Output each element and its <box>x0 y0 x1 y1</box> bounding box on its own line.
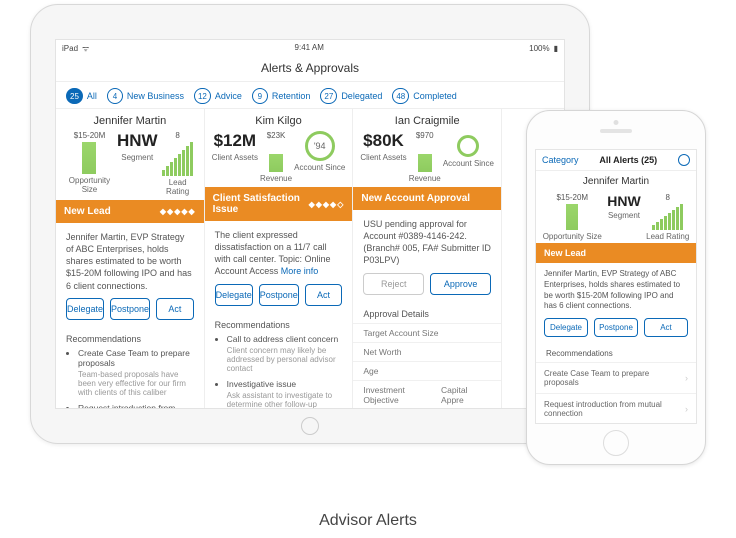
carrier: iPad <box>62 44 78 53</box>
recommendation-item[interactable]: Create Case Team to prepare proposals› <box>536 362 696 393</box>
client-name: Kim Kilgo <box>205 109 353 131</box>
tab-advice[interactable]: 12Advice <box>194 88 242 104</box>
approval-row: Net Worth <box>353 342 501 361</box>
iphone-screen: Category All Alerts (25) Jennifer Martin… <box>535 149 697 424</box>
camera-icon <box>614 120 619 125</box>
wifi-icon: ᯤ <box>82 43 89 54</box>
postpone-button[interactable]: Postpone <box>259 284 299 306</box>
home-button[interactable] <box>603 430 629 456</box>
priority-rating: ◆◆◆◆◆ <box>160 207 196 216</box>
battery-label: 100% <box>529 44 549 53</box>
section-title: Recommendations <box>536 343 696 362</box>
tab-all[interactable]: 25All <box>66 88 97 104</box>
recommendation-item[interactable]: Request introduction from mutual connect… <box>78 403 194 409</box>
ring-chart: '94 <box>305 131 335 161</box>
recommendation-item[interactable]: Call to address client concern <box>227 334 343 344</box>
tab-retention[interactable]: 9Retention <box>252 88 311 104</box>
ipad-device: iPad ᯤ 9:41 AM 100% ▮ Alerts & Approvals… <box>30 4 590 444</box>
recommendation-item[interactable]: Request introduction from mutual connect… <box>536 393 696 424</box>
alert-banner: New Lead <box>536 243 696 263</box>
alert-description: The client expressed dissatisfaction on … <box>205 221 353 284</box>
iphone-device: Category All Alerts (25) Jennifer Martin… <box>526 110 706 465</box>
client-name: Jennifer Martin <box>56 109 204 131</box>
more-info-link[interactable]: More info <box>281 266 319 276</box>
postpone-button[interactable]: Postpone <box>110 298 150 320</box>
statusbar: iPad ᯤ 9:41 AM 100% ▮ <box>56 40 564 57</box>
approval-row: Investment ObjectiveCapital Appre <box>353 380 501 409</box>
alert-banner: Client Satisfaction Issue◆◆◆◆◇ <box>205 187 353 221</box>
delegate-button[interactable]: Delegate <box>544 318 588 337</box>
reject-button[interactable]: Reject <box>363 273 424 295</box>
approval-row: Target Account Size <box>353 323 501 342</box>
client-name: Ian Craigmile <box>353 109 501 131</box>
act-button[interactable]: Act <box>156 298 194 320</box>
act-button[interactable]: Act <box>305 284 343 306</box>
alert-card: Ian Craigmile $80KClient Assets $970Reve… <box>353 109 502 409</box>
alert-description: Jennifer Martin, EVP Strategy of ABC Ent… <box>536 263 696 318</box>
status-time: 9:41 AM <box>295 43 324 54</box>
tab-delegated[interactable]: 27Delegated <box>320 88 382 104</box>
alert-card: Kim Kilgo $12MClient Assets $23KRevenue … <box>205 109 354 409</box>
approve-button[interactable]: Approve <box>430 273 491 295</box>
delegate-button[interactable]: Delegate <box>66 298 104 320</box>
section-title: Recommendations <box>56 328 204 348</box>
delegate-button[interactable]: Delegate <box>215 284 253 306</box>
alert-banner: New Lead◆◆◆◆◆ <box>56 200 204 223</box>
recommendation-list: Create Case Team to prepare proposals Te… <box>56 348 204 409</box>
navbar-title: All Alerts (25) <box>599 155 657 165</box>
client-name: Jennifer Martin <box>536 171 696 189</box>
chevron-right-icon: › <box>685 404 688 414</box>
ring-chart <box>457 135 479 157</box>
alert-description: Jennifer Martin, EVP Strategy of ABC Ent… <box>56 223 204 298</box>
alert-banner: New Account Approval <box>353 187 501 210</box>
section-title: Approval Details <box>353 303 501 323</box>
figure-caption: Advisor Alerts <box>0 500 736 538</box>
priority-rating: ◆◆◆◆◇ <box>309 200 345 209</box>
recommendation-list: Call to address client concern Client co… <box>205 334 353 409</box>
section-title: Recommendations <box>205 314 353 334</box>
tab-new-business[interactable]: 4New Business <box>107 88 184 104</box>
alert-card: Jennifer Martin $15-20MOpportunity Size … <box>56 109 205 409</box>
ipad-screen: iPad ᯤ 9:41 AM 100% ▮ Alerts & Approvals… <box>55 39 565 409</box>
home-button[interactable] <box>301 417 319 435</box>
postpone-button[interactable]: Postpone <box>594 318 638 337</box>
battery-icon: ▮ <box>554 44 558 53</box>
speaker-icon <box>600 129 632 133</box>
alert-description: USU pending approval for Account #0389-4… <box>353 210 501 273</box>
tab-completed[interactable]: 48Completed <box>392 88 456 104</box>
gear-icon[interactable] <box>678 154 690 166</box>
act-button[interactable]: Act <box>644 318 688 337</box>
approval-row: Age <box>353 361 501 380</box>
filter-tabs: 25All 4New Business 12Advice 9Retention … <box>56 82 564 109</box>
back-category-link[interactable]: Category <box>542 155 579 165</box>
recommendation-item[interactable]: Create Case Team to prepare proposals <box>78 348 194 368</box>
chevron-right-icon: › <box>685 373 688 383</box>
recommendation-item[interactable]: Investigative issue <box>227 379 343 389</box>
page-title: Alerts & Approvals <box>56 57 564 82</box>
